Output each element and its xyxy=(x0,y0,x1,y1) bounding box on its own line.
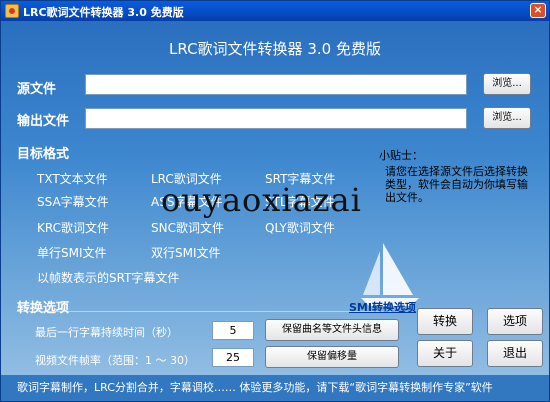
smi-options-link[interactable]: SMI转换选项 xyxy=(349,299,416,315)
format-smi-double[interactable]: 双行SMI文件 xyxy=(151,244,221,261)
framerate-label: 视频文件帧率（范围：1 ～ 30） xyxy=(35,354,195,367)
format-smi-single[interactable]: 单行SMI文件 xyxy=(37,244,107,261)
app-window: LRC歌词文件转换器 3.0 免费版 × LRC歌词文件转换器 3.0 免费版 … xyxy=(0,0,550,402)
close-button[interactable]: × xyxy=(530,3,546,18)
format-txt[interactable]: TXT文本文件 xyxy=(37,170,108,187)
framerate-input[interactable]: 25 xyxy=(212,348,254,367)
status-bar: 歌词字幕制作，LRC分割合并，字幕调校…… 体验更多功能，请下载“歌词字幕转换制… xyxy=(1,375,549,401)
format-qly[interactable]: QLY歌词文件 xyxy=(265,219,335,236)
format-krc[interactable]: KRC歌词文件 xyxy=(37,219,109,236)
source-browse-button[interactable]: 浏览... xyxy=(483,73,531,95)
watermark-text: ouyaoxiazai xyxy=(161,181,362,219)
source-file-input[interactable] xyxy=(85,74,467,95)
output-file-input[interactable] xyxy=(85,108,467,129)
output-browse-button[interactable]: 浏览... xyxy=(483,107,531,129)
tips-text: 请您在选择源文件后选择转换类型，软件会自动为你填写输出文件。 xyxy=(385,165,528,204)
convert-button[interactable]: 转换 xyxy=(417,308,473,335)
target-format-label: 目标格式 xyxy=(17,147,70,162)
window-title: LRC歌词文件转换器 3.0 免费版 xyxy=(23,6,184,19)
page-title: LRC歌词文件转换器 3.0 免费版 xyxy=(169,40,381,58)
title-bar: LRC歌词文件转换器 3.0 免费版 × xyxy=(1,1,549,21)
status-text[interactable]: 歌词字幕制作，LRC分割合并，字幕调校…… 体验更多功能，请下载“歌词字幕转换制… xyxy=(17,379,493,395)
format-snc[interactable]: SNC歌词文件 xyxy=(151,219,224,236)
app-icon xyxy=(5,4,19,18)
options-divider xyxy=(17,311,399,312)
last-line-duration-label: 最后一行字幕持续时间（秒） xyxy=(35,326,178,339)
output-file-label: 输出文件 xyxy=(17,114,70,129)
format-srt-frames[interactable]: 以帧数表示的SRT字幕文件 xyxy=(37,269,179,286)
tips-title: 小贴士： xyxy=(379,149,423,162)
exit-button[interactable]: 退出 xyxy=(487,340,543,367)
source-file-label: 源文件 xyxy=(17,82,57,97)
options-button[interactable]: 选项 xyxy=(487,308,543,335)
keep-header-button[interactable]: 保留曲名等文件头信息 xyxy=(265,319,399,341)
main-panel: LRC歌词文件转换器 3.0 免费版 源文件 浏览... 输出文件 浏览... … xyxy=(1,21,549,401)
last-line-duration-input[interactable]: 5 xyxy=(212,321,254,340)
about-button[interactable]: 关于 xyxy=(417,340,473,367)
format-ssa[interactable]: SSA字幕文件 xyxy=(37,193,109,210)
keep-offset-button[interactable]: 保留偏移量 xyxy=(265,346,399,368)
convert-options-label: 转换选项 xyxy=(17,301,70,316)
